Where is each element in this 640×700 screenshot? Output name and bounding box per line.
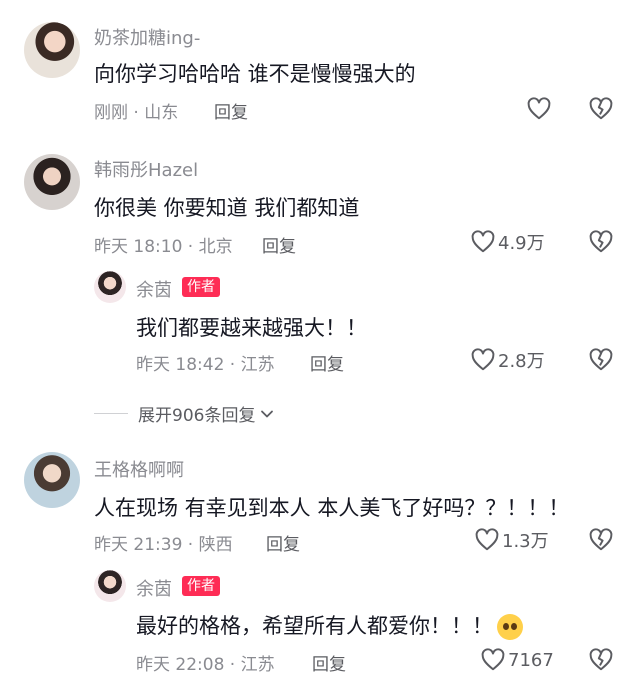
reply-button[interactable]: 回复: [266, 530, 300, 555]
comment-time-location: 刚刚 · 山东: [94, 103, 179, 123]
avatar[interactable]: [24, 22, 80, 78]
reply-button[interactable]: 回复: [310, 350, 344, 375]
reply-author[interactable]: 余茵: [136, 575, 172, 601]
chevron-down-icon: [259, 406, 275, 422]
heart-outline-icon: [470, 347, 496, 373]
heart-outline-icon: [480, 647, 506, 673]
expand-replies-button[interactable]: 展开906条回复: [94, 401, 275, 426]
dislike-button[interactable]: [588, 527, 614, 553]
dislike-button[interactable]: [588, 229, 614, 255]
avatar[interactable]: [24, 452, 80, 508]
dislike-button[interactable]: [588, 347, 614, 373]
author-badge: 作者: [182, 277, 220, 297]
broken-heart-icon: [588, 229, 614, 255]
reply-button[interactable]: 回复: [214, 98, 248, 123]
comment-text: 向你学习哈哈哈 谁不是慢慢强大的: [94, 62, 416, 86]
comment-author[interactable]: 奶茶加糖ing-: [94, 24, 200, 50]
broken-heart-icon: [588, 647, 614, 673]
reply-time-location: 昨天 22:08 · 江苏: [136, 655, 275, 675]
reply-text: 最好的格格，希望所有人都爱你！！！: [136, 610, 523, 640]
reply-button[interactable]: 回复: [312, 650, 346, 675]
reply-text-content: 最好的格格，希望所有人都爱你！！！: [136, 614, 493, 638]
comment-author[interactable]: 韩雨彤Hazel: [94, 156, 198, 182]
dislike-button[interactable]: [588, 96, 614, 122]
like-button[interactable]: 1.3万: [474, 527, 549, 553]
reply-button[interactable]: 回复: [262, 232, 296, 257]
avatar[interactable]: [94, 570, 126, 602]
dislike-button[interactable]: [588, 647, 614, 673]
comment-time-location: 昨天 21:39 · 陕西: [94, 535, 233, 555]
like-count: 7167: [508, 649, 554, 671]
like-count: 2.8万: [498, 351, 545, 372]
divider: [94, 413, 128, 414]
heart-outline-icon: [526, 96, 552, 122]
pleading-face-emoji: [497, 614, 523, 640]
like-button[interactable]: [526, 96, 552, 122]
comment-author[interactable]: 王格格啊啊: [94, 456, 184, 482]
comment-time-location: 昨天 18:10 · 北京: [94, 237, 233, 257]
heart-outline-icon: [470, 229, 496, 255]
like-button[interactable]: 2.8万: [470, 347, 545, 373]
broken-heart-icon: [588, 96, 614, 122]
avatar[interactable]: [94, 271, 126, 303]
author-badge: 作者: [182, 576, 220, 596]
reply-time-location: 昨天 18:42 · 江苏: [136, 355, 275, 375]
like-button[interactable]: 7167: [480, 647, 554, 673]
comment-text: 你很美 你要知道 我们都知道: [94, 196, 360, 220]
reply-author[interactable]: 余茵: [136, 276, 172, 302]
expand-replies-label: 展开906条回复: [138, 406, 256, 426]
avatar[interactable]: [24, 154, 80, 210]
like-count: 4.9万: [498, 233, 545, 254]
like-button[interactable]: 4.9万: [470, 229, 545, 255]
heart-outline-icon: [474, 527, 500, 553]
broken-heart-icon: [588, 527, 614, 553]
reply-text: 我们都要越来越强大！！: [136, 316, 367, 340]
broken-heart-icon: [588, 347, 614, 373]
like-count: 1.3万: [502, 531, 549, 552]
comment-text: 人在现场 有幸见到本人 本人美飞了好吗？？！！！: [94, 496, 570, 520]
